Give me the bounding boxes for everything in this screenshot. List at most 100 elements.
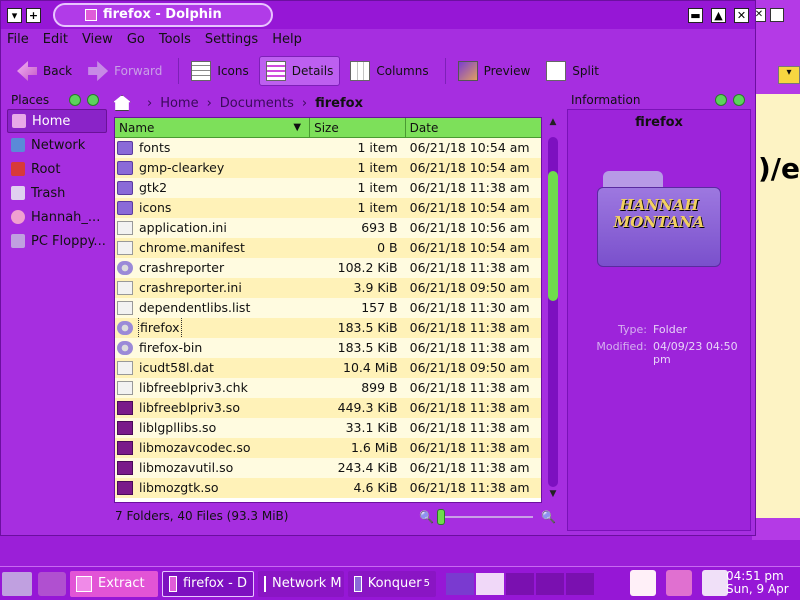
scroll-down-icon[interactable]: ▼: [545, 489, 561, 503]
task-firefox-dolphin[interactable]: firefox - D: [162, 570, 254, 597]
preview-button[interactable]: Preview: [452, 56, 537, 86]
breadcrumb-current[interactable]: firefox: [315, 96, 363, 111]
menu-view[interactable]: View: [82, 29, 113, 51]
info-close-icon[interactable]: [733, 94, 745, 106]
kmenu-logo-icon[interactable]: [2, 571, 32, 596]
place-trash[interactable]: Trash: [7, 181, 107, 205]
place-root[interactable]: Root: [7, 157, 107, 181]
menu-help[interactable]: Help: [272, 29, 302, 51]
places-close-icon[interactable]: [87, 94, 99, 106]
column-name-label: Name: [119, 121, 155, 135]
table-row[interactable]: firefox-bin 183.5 KiB 06/21/18 11:38 am: [115, 338, 541, 358]
table-row[interactable]: icudt58l.dat 10.4 MiB 06/21/18 09:50 am: [115, 358, 541, 378]
places-float-icon[interactable]: [69, 94, 81, 106]
cell-date: 06/21/18 11:38 am: [409, 480, 530, 495]
file-name: icudt58l.dat: [139, 360, 214, 375]
tray-clipboard-icon[interactable]: [630, 570, 656, 596]
bg-minimize-icon[interactable]: [770, 8, 784, 22]
table-row[interactable]: libmozavutil.so 243.4 KiB 06/21/18 11:38 a…: [115, 458, 541, 478]
place-network[interactable]: Network: [7, 133, 107, 157]
pager-desktop-2[interactable]: [476, 572, 504, 595]
clock-date: Sun, 9 Apr: [726, 582, 789, 596]
window-menu-icon[interactable]: ▾: [7, 8, 22, 23]
cell-name: libmozavcodec.so: [115, 438, 310, 458]
folder-launcher-icon[interactable]: [38, 571, 66, 596]
columns-view-button[interactable]: Columns: [344, 56, 434, 86]
zoom-out-icon[interactable]: 🔍: [419, 510, 434, 524]
table-row[interactable]: libfreeblpriv3.chk 899 B 06/21/18 11:38 am: [115, 378, 541, 398]
pager-desktop-4[interactable]: [536, 572, 564, 595]
pager-desktop-1[interactable]: [446, 572, 474, 595]
cell-size: 1 item: [357, 140, 398, 155]
forward-button[interactable]: Forward: [82, 56, 168, 86]
vertical-scrollbar[interactable]: ▲ ▼: [545, 117, 561, 503]
zoom-in-icon[interactable]: 🔍: [541, 510, 556, 524]
icons-view-button[interactable]: Icons: [185, 56, 254, 86]
table-row[interactable]: crashreporter.ini 3.9 KiB 06/21/18 09:50 a…: [115, 278, 541, 298]
pager-desktop-5[interactable]: [566, 572, 594, 595]
zoom-thumb[interactable]: [437, 509, 445, 525]
column-name-header[interactable]: Name ▼: [115, 118, 311, 137]
back-label: Back: [43, 64, 73, 78]
table-row[interactable]: libmozavcodec.so 1.6 MiB 06/21/18 11:38 am: [115, 438, 541, 458]
clock[interactable]: 04:51 pm Sun, 9 Apr: [726, 570, 796, 596]
table-row[interactable]: gmp-clearkey 1 item 06/21/18 10:54 am: [115, 158, 541, 178]
place-hannah[interactable]: Hannah_...: [7, 205, 107, 229]
file-list-header: Name ▼ Size Date: [115, 118, 541, 138]
home-icon[interactable]: [113, 95, 131, 111]
table-row[interactable]: crashreporter 108.2 KiB 06/21/18 11:38 am: [115, 258, 541, 278]
menu-file[interactable]: File: [7, 29, 29, 51]
tray-device-icon[interactable]: [702, 570, 728, 596]
column-size-header[interactable]: Size: [310, 118, 406, 137]
info-float-icon[interactable]: [715, 94, 727, 106]
breadcrumb-home[interactable]: Home: [160, 96, 198, 111]
table-row[interactable]: libmozgtk.so 4.6 KiB 06/21/18 11:38 am: [115, 478, 541, 498]
minimize-icon[interactable]: ▬: [688, 8, 703, 23]
breadcrumb-arrow-icon: ›: [147, 95, 153, 111]
back-button[interactable]: Back: [11, 56, 78, 86]
cell-size: 183.5 KiB: [337, 340, 398, 355]
place-home[interactable]: Home: [7, 109, 107, 133]
bg-dropdown-icon[interactable]: ▾: [778, 66, 800, 84]
file-name: firefox-bin: [139, 340, 203, 355]
place-floppy[interactable]: PC Floppy...: [7, 229, 107, 253]
breadcrumb-documents[interactable]: Documents: [220, 96, 294, 111]
table-row[interactable]: chrome.manifest 0 B 06/21/18 10:54 am: [115, 238, 541, 258]
zoom-slider[interactable]: 🔍 🔍: [419, 508, 559, 526]
back-arrow-icon: [17, 61, 37, 81]
icons-view-icon: [191, 61, 212, 81]
preview-label: Preview: [483, 64, 531, 78]
folder-icon: [117, 141, 133, 155]
scroll-track[interactable]: [548, 137, 558, 487]
split-button[interactable]: Split: [540, 56, 605, 86]
task-label: Extract: [98, 576, 145, 591]
task-extract[interactable]: Extract: [70, 570, 158, 597]
details-view-button[interactable]: Details: [258, 56, 341, 86]
table-row[interactable]: fonts 1 item 06/21/18 10:54 am: [115, 138, 541, 158]
scroll-up-icon[interactable]: ▲: [545, 117, 561, 131]
menu-settings[interactable]: Settings: [205, 29, 258, 51]
table-row[interactable]: icons 1 item 06/21/18 10:54 am: [115, 198, 541, 218]
pager-desktop-3[interactable]: [506, 572, 534, 595]
cell-date: 06/21/18 11:38 am: [409, 460, 530, 475]
menu-tools[interactable]: Tools: [159, 29, 191, 51]
pin-icon[interactable]: +: [26, 8, 41, 23]
table-row[interactable]: dependentlibs.list 157 B 06/21/18 11:30 am: [115, 298, 541, 318]
cell-name: crashreporter: [115, 258, 310, 278]
table-row[interactable]: firefox 183.5 KiB 06/21/18 11:38 am: [115, 318, 541, 338]
task-network[interactable]: Network M: [258, 570, 344, 597]
task-konqueror[interactable]: Konquer 5: [348, 570, 436, 597]
tray-notifier-icon[interactable]: [666, 570, 692, 596]
table-row[interactable]: liblgpllibs.so 33.1 KiB 06/21/18 11:38 am: [115, 418, 541, 438]
maximize-icon[interactable]: ▲: [711, 8, 726, 23]
table-row[interactable]: gtk2 1 item 06/21/18 11:38 am: [115, 178, 541, 198]
zoom-track[interactable]: [439, 516, 533, 518]
scroll-thumb[interactable]: [548, 171, 558, 301]
close-icon[interactable]: ✕: [734, 8, 749, 23]
column-date-header[interactable]: Date: [406, 118, 541, 137]
title-bar[interactable]: ▾ + firefox - Dolphin ▬ ▲ ✕: [1, 1, 755, 29]
table-row[interactable]: libfreeblpriv3.so 449.3 KiB 06/21/18 11:38…: [115, 398, 541, 418]
menu-edit[interactable]: Edit: [43, 29, 68, 51]
menu-go[interactable]: Go: [127, 29, 145, 51]
table-row[interactable]: application.ini 693 B 06/21/18 10:56 am: [115, 218, 541, 238]
